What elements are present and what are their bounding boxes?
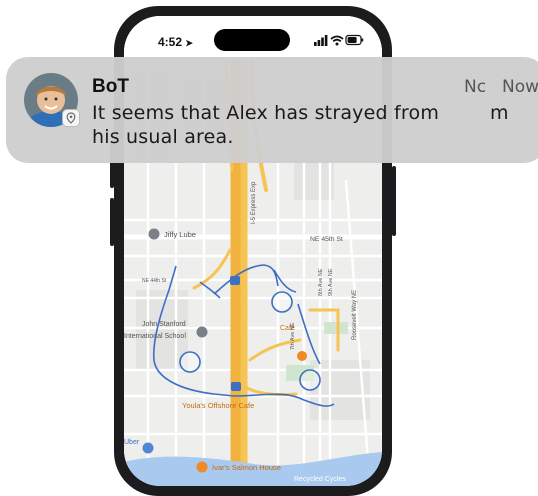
location-arrow-icon: ➤ bbox=[185, 38, 193, 48]
map-label-street: NE 44th St bbox=[142, 278, 167, 284]
notification-time-stacked: Nc bbox=[464, 77, 487, 97]
map-label-john-stanford: John Stanford bbox=[142, 321, 186, 328]
map-label-uber: Uber bbox=[124, 439, 140, 446]
stacked-notification-fragment: m bbox=[490, 102, 509, 124]
app-badge bbox=[62, 109, 80, 127]
side-button bbox=[110, 198, 114, 246]
battery-icon bbox=[345, 34, 364, 46]
map-label-youlas: Youla's Offshore Cafe bbox=[182, 401, 254, 410]
map-label-jiffy-lube: Jiffy Lube bbox=[164, 230, 196, 239]
map-label-recycled-cycles: Recycled Cycles bbox=[294, 476, 346, 483]
notification-time: Now bbox=[502, 77, 538, 97]
map-label-street: NE 45th St bbox=[310, 236, 343, 243]
notification-message-line: It seems that Alex has strayed from bbox=[92, 102, 440, 124]
notification-message-line: his usual area. bbox=[92, 126, 234, 148]
status-time-text: 4:52 bbox=[158, 35, 183, 49]
map-label-street: 8th Ave NE bbox=[318, 268, 324, 296]
push-notification[interactable]: BoT Nc Now It seems that Alex has straye… bbox=[6, 57, 538, 163]
notification-message: It seems that Alex has strayed from his … bbox=[92, 101, 512, 149]
map-label-street: I-5 Express Exp bbox=[251, 181, 257, 224]
wifi-icon bbox=[330, 35, 344, 46]
map-label-street: 7th Ave NE bbox=[290, 322, 296, 350]
map-label-street: Roosevelt Way NE bbox=[352, 290, 358, 340]
map-label-ivars: Ivar's Salmon House bbox=[212, 463, 281, 472]
map-label-street: 9th Ave NE bbox=[328, 268, 334, 296]
notification-title: BoT bbox=[92, 76, 129, 97]
status-time: 4:52 ➤ bbox=[158, 35, 193, 49]
status-icons bbox=[314, 34, 364, 46]
status-bar: 4:52 ➤ bbox=[124, 16, 382, 60]
map-label-international-school: International School bbox=[124, 333, 186, 340]
location-pin-icon bbox=[66, 112, 76, 124]
signal-icon bbox=[314, 35, 328, 46]
dynamic-island bbox=[214, 29, 290, 51]
power-button bbox=[392, 166, 396, 236]
